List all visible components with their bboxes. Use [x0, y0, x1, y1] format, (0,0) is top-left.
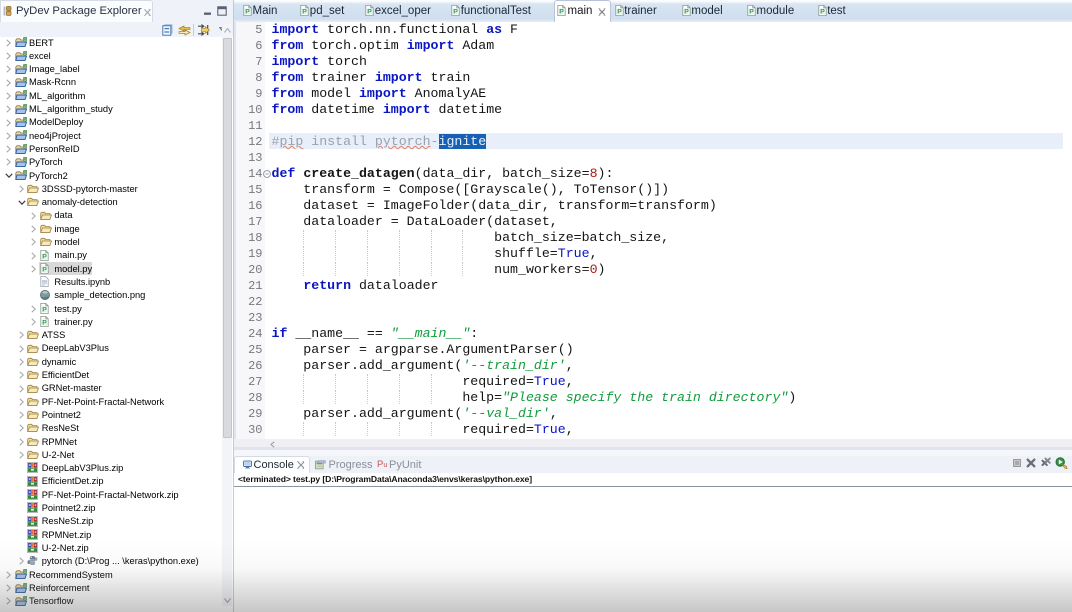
svg-text:P: P: [684, 9, 689, 16]
svg-text:P: P: [42, 253, 47, 260]
svg-text:P: P: [820, 9, 825, 16]
svg-text:P: P: [42, 306, 47, 313]
svg-text:P: P: [303, 9, 308, 16]
svg-text:P: P: [617, 9, 622, 16]
svg-text:P: P: [42, 266, 47, 273]
svg-text:P: P: [453, 9, 458, 16]
svg-text:P: P: [559, 9, 564, 16]
svg-text:P: P: [42, 320, 47, 327]
svg-text:P: P: [367, 9, 372, 16]
svg-text:P: P: [749, 9, 754, 16]
svg-text:P: P: [245, 9, 250, 16]
